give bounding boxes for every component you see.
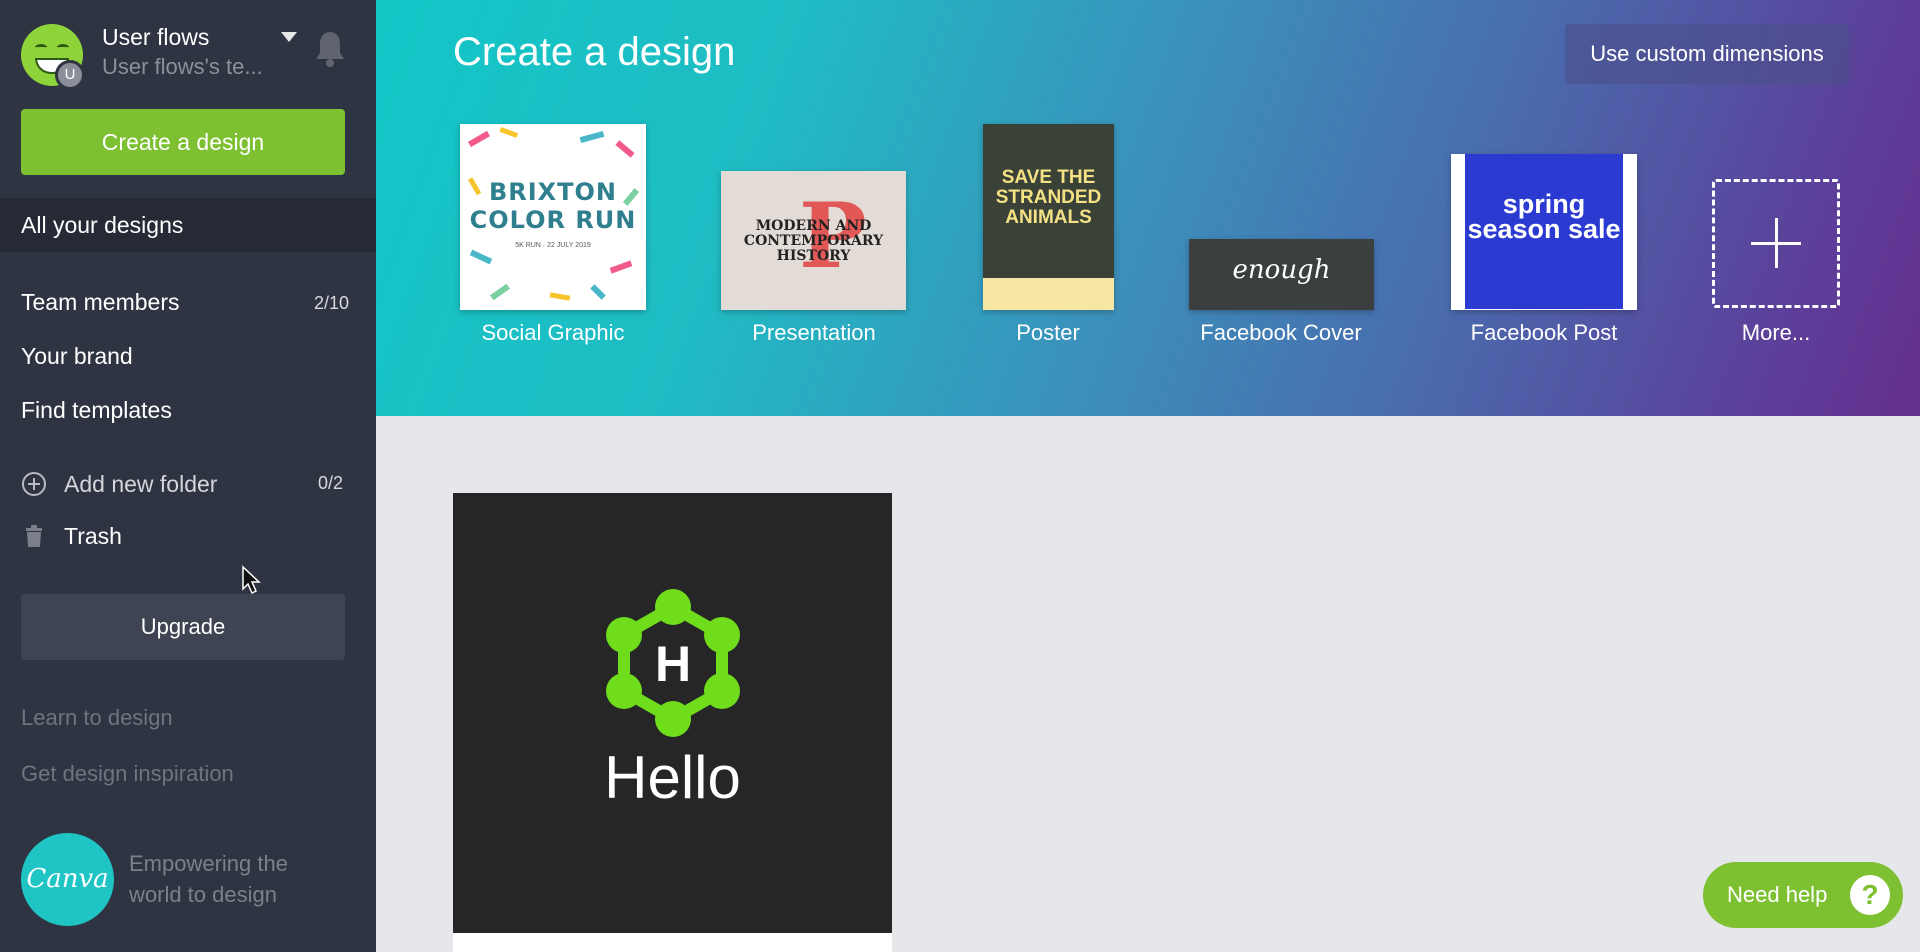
- trash-icon: [26, 525, 42, 547]
- account-name[interactable]: User flows: [102, 24, 209, 51]
- design-type-label: Facebook Cover: [1200, 320, 1362, 345]
- design-card-footer: [453, 933, 892, 952]
- social-graphic-subtext: 5K RUN · 22 JULY 2019: [515, 242, 591, 249]
- more-designs-button[interactable]: [1712, 179, 1840, 308]
- help-question-icon: ?: [1850, 875, 1890, 915]
- design-type-label: Social Graphic: [481, 320, 625, 345]
- poster-thumbnail[interactable]: SAVE THE STRANDED ANIMALS: [983, 124, 1114, 310]
- need-help-label: Need help: [1727, 882, 1828, 907]
- trash-label: Trash: [64, 523, 122, 549]
- create-design-banner: Create a design Use custom dimensions BR…: [376, 0, 1920, 416]
- avatar-eye: [35, 44, 47, 51]
- sidebar-item-your-brand[interactable]: Your brand: [21, 343, 133, 370]
- folder-count-badge: 0/2: [317, 473, 343, 493]
- design-type-label: Presentation: [752, 320, 876, 345]
- upgrade-button[interactable]: Upgrade: [21, 594, 345, 660]
- presentation-headline: MODERN AND CONTEMPORARY HISTORY: [743, 218, 884, 264]
- sidebar-item-label: Team members: [21, 289, 180, 315]
- team-count-badge: 2/10: [313, 293, 349, 313]
- team-name[interactable]: User flows's te...: [102, 54, 263, 80]
- sidebar-item-all-designs[interactable]: All your designs: [0, 198, 376, 252]
- learn-to-design-link[interactable]: Learn to design: [21, 705, 173, 731]
- plus-icon: [1751, 242, 1801, 245]
- sidebar: U User flows User flows's te... Create a…: [0, 0, 401, 952]
- design-type-label: Facebook Post: [1470, 320, 1618, 345]
- design-type-label: Poster: [1016, 320, 1080, 345]
- sidebar-item-trash[interactable]: Trash: [21, 521, 351, 551]
- social-graphic-thumbnail[interactable]: BRIXTON COLOR RUN 5K RUN · 22 JULY 2019: [460, 124, 646, 310]
- design-card-text: Hello: [604, 744, 741, 811]
- sidebar-item-team-members[interactable]: Team members 2/10: [21, 289, 351, 316]
- add-folder-button[interactable]: Add new folder 0/2: [21, 469, 351, 499]
- canva-logo[interactable]: Canva: [21, 833, 114, 926]
- avatar-eye: [57, 44, 69, 51]
- facebook-post-panel: spring season sale: [1465, 154, 1623, 309]
- bell-icon[interactable]: [312, 28, 348, 68]
- avatar-badge: U: [55, 60, 85, 90]
- poster-footer: [983, 278, 1114, 310]
- account-switcher[interactable]: U User flows User flows's te...: [21, 24, 351, 90]
- design-card[interactable]: H Hello: [453, 493, 892, 933]
- mouse-cursor-icon: [242, 565, 261, 595]
- facebook-cover-thumbnail[interactable]: enough: [1189, 239, 1374, 310]
- add-folder-label: Add new folder: [64, 471, 218, 497]
- tagline: Empowering the world to design: [129, 851, 288, 907]
- custom-dimensions-button[interactable]: Use custom dimensions: [1565, 24, 1849, 84]
- facebook-post-headline: spring season sale: [1467, 189, 1621, 244]
- chevron-down-icon[interactable]: [281, 32, 297, 42]
- poster-headline: SAVE THE STRANDED ANIMALS: [995, 167, 1102, 228]
- facebook-cover-headline: enough: [1232, 255, 1331, 285]
- banner-title: Create a design: [453, 30, 736, 74]
- create-design-button[interactable]: Create a design: [21, 109, 345, 175]
- design-inspiration-link[interactable]: Get design inspiration: [21, 761, 234, 787]
- social-graphic-headline: BRIXTON COLOR RUN: [469, 178, 637, 234]
- sidebar-item-label: All your designs: [21, 212, 184, 238]
- add-circle-icon: [22, 472, 46, 496]
- presentation-thumbnail[interactable]: P MODERN AND CONTEMPORARY HISTORY: [721, 171, 906, 310]
- design-type-label: More...: [1741, 320, 1811, 345]
- logo-letter: H: [654, 636, 692, 692]
- sidebar-item-find-templates[interactable]: Find templates: [21, 397, 172, 424]
- need-help-button[interactable]: Need help ?: [1703, 862, 1903, 928]
- facebook-post-thumbnail[interactable]: spring season sale: [1451, 154, 1637, 310]
